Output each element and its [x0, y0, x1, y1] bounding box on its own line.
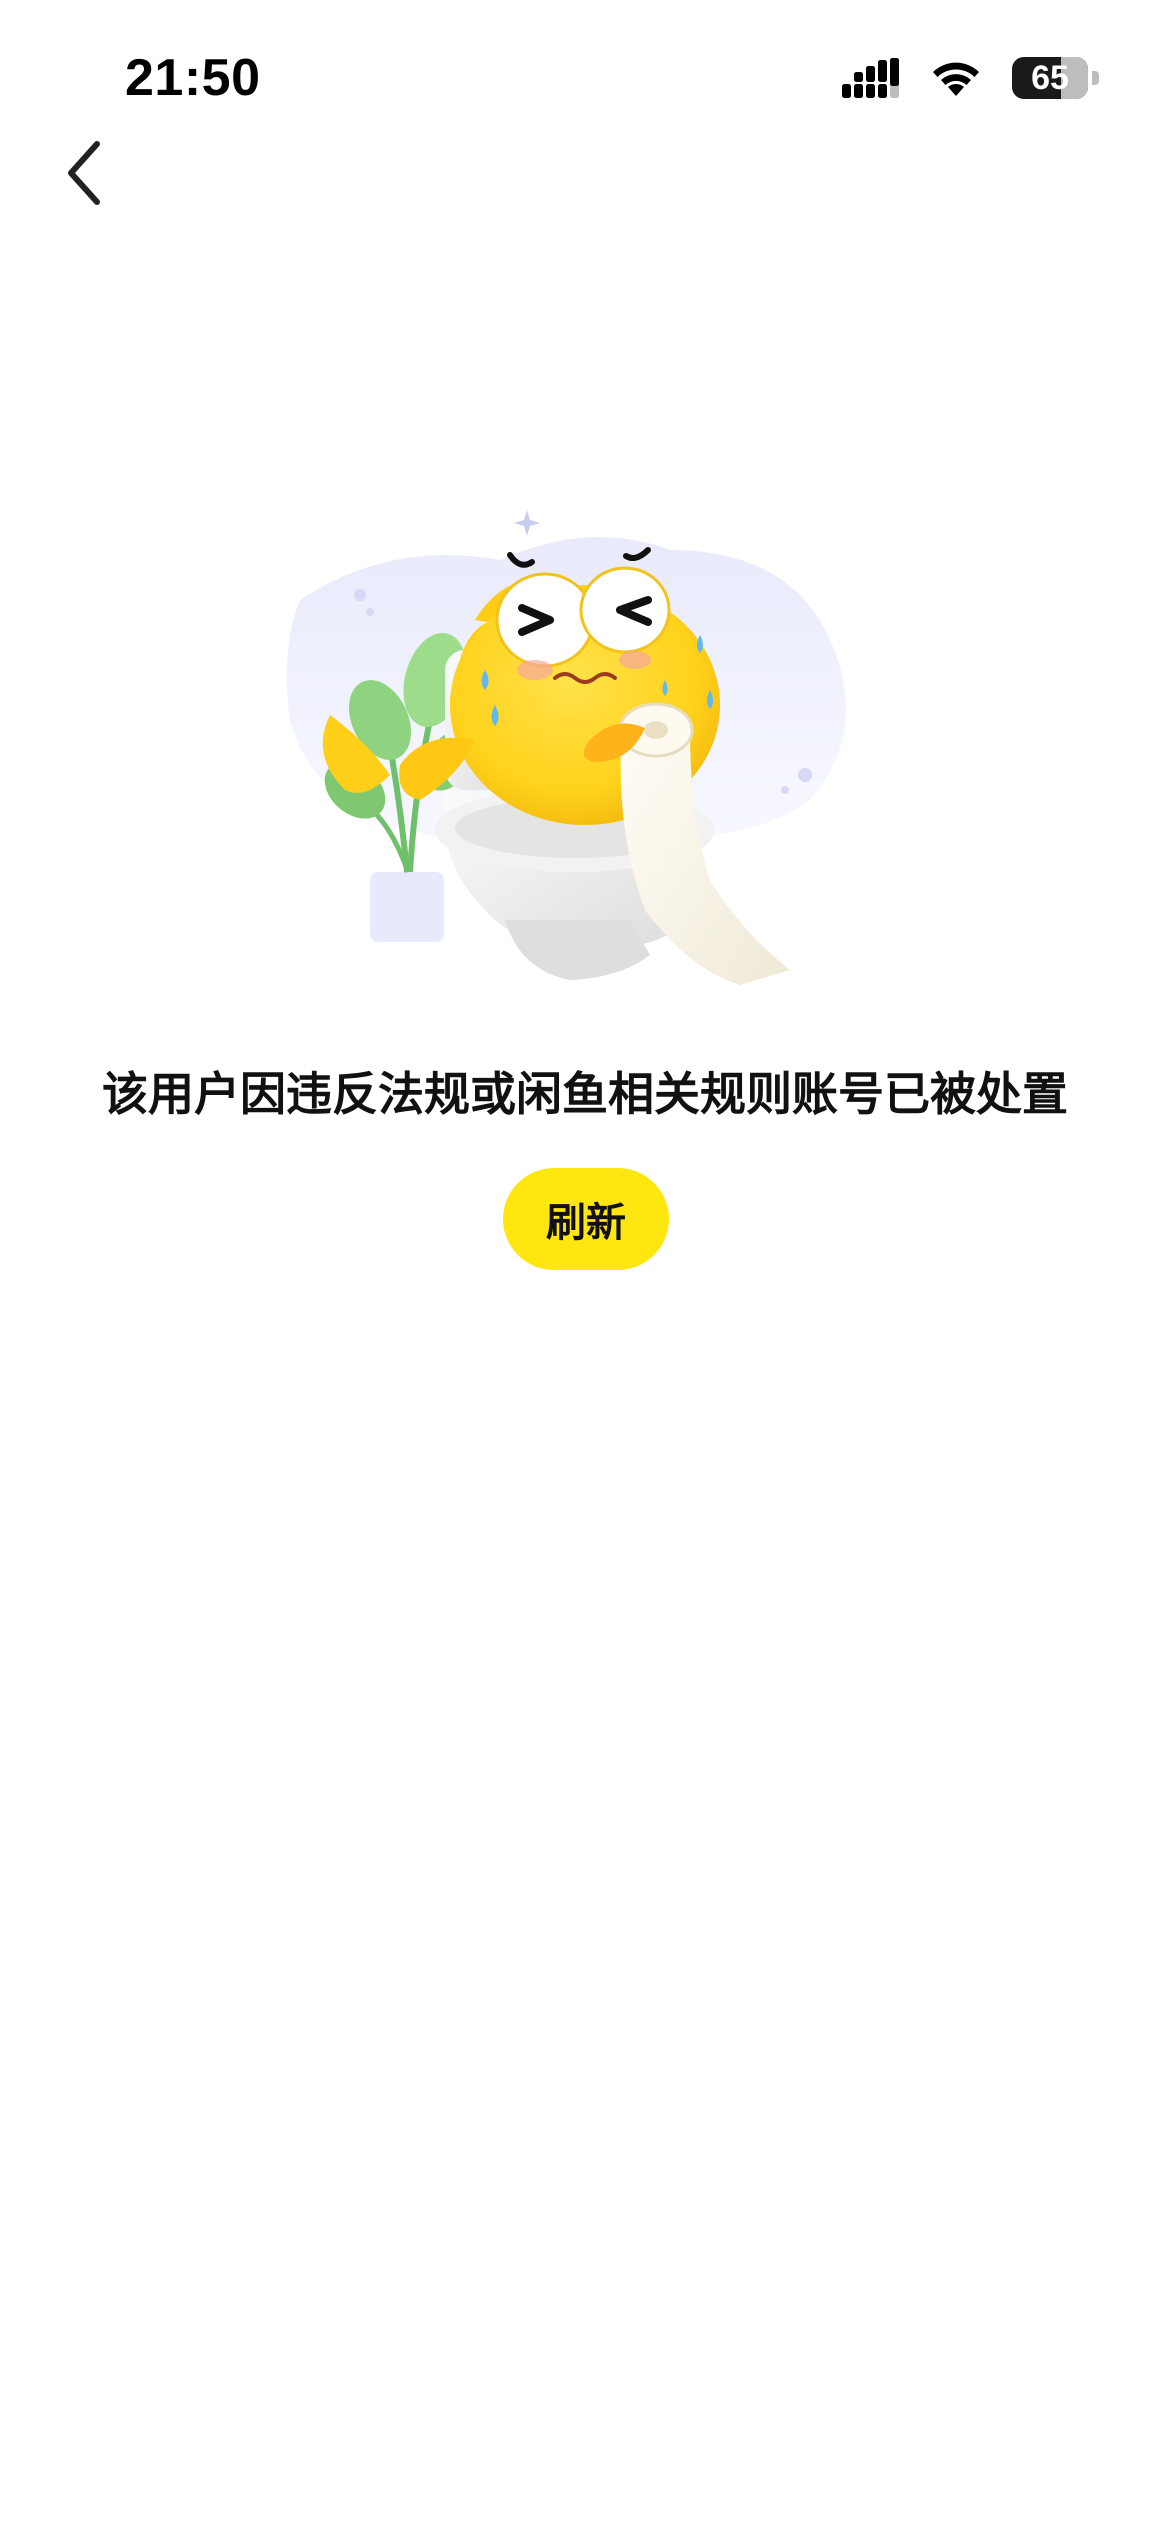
battery-body: 65	[1012, 57, 1088, 99]
status-bar: 21:50 65	[0, 0, 1170, 150]
home-indicator-area	[0, 2492, 1170, 2532]
chevron-left-icon	[65, 138, 105, 212]
battery-icon: 65	[1012, 57, 1100, 99]
signal-icon	[842, 58, 900, 98]
battery-tip	[1092, 71, 1099, 85]
wifi-icon	[930, 58, 982, 98]
status-time: 21:50	[125, 49, 261, 107]
refresh-button[interactable]: 刷新	[503, 1168, 669, 1270]
battery-level: 65	[1031, 58, 1069, 97]
sad-fish-on-toilet-illustration	[270, 500, 910, 1020]
back-button[interactable]	[40, 130, 130, 220]
status-icons: 65	[842, 56, 1100, 100]
account-banned-message: 该用户因违反法规或闲鱼相关规则账号已被处置	[102, 1067, 1068, 1121]
